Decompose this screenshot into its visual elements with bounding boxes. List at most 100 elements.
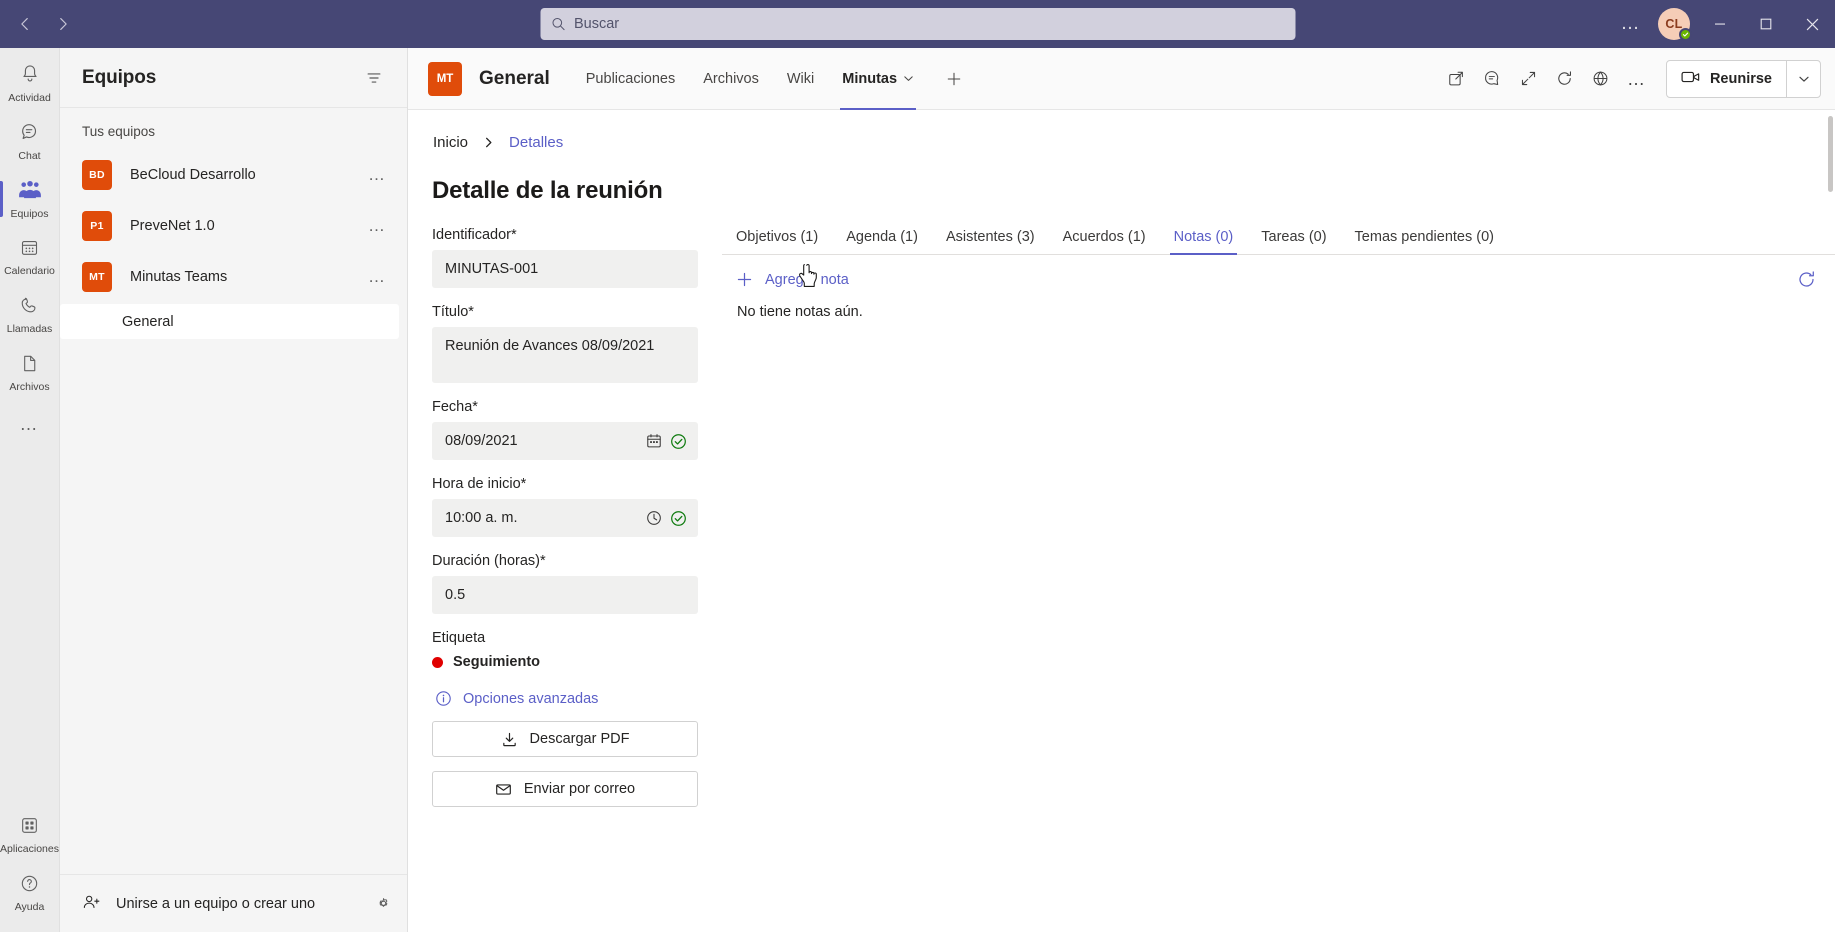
rail-more-button[interactable]: … bbox=[0, 402, 60, 446]
detail-tabs: Objetivos (1) Agenda (1) Asistentes (3) … bbox=[722, 227, 1835, 255]
bell-icon bbox=[19, 63, 41, 90]
tab-publicaciones[interactable]: Publicaciones bbox=[572, 48, 689, 110]
duracion-input[interactable]: 0.5 bbox=[432, 576, 698, 614]
mail-icon bbox=[495, 781, 512, 798]
team-name: PreveNet 1.0 bbox=[130, 217, 215, 234]
detail-tab-tareas[interactable]: Tareas (0) bbox=[1247, 227, 1340, 254]
field-label: Título* bbox=[432, 304, 474, 320]
rail-item-label: Ayuda bbox=[14, 901, 45, 913]
rail-item-label: Calendario bbox=[4, 265, 55, 277]
field-fecha: Fecha* 08/09/2021 bbox=[432, 399, 698, 460]
tab-minutas[interactable]: Minutas bbox=[828, 48, 928, 110]
content-scrollbar[interactable] bbox=[1827, 110, 1835, 932]
channel-header-actions: … Reunirse bbox=[1440, 59, 1821, 98]
rail-item-archivos[interactable]: Archivos bbox=[0, 344, 60, 402]
minutas-app-content: Inicio Detalles Detalle de la reunión Id… bbox=[408, 110, 1835, 932]
field-value: MINUTAS-001 bbox=[445, 261, 539, 277]
search-box[interactable] bbox=[540, 8, 1295, 40]
detail-page: Inicio Detalles Detalle de la reunión Id… bbox=[408, 110, 1835, 932]
field-label: Duración (horas)* bbox=[432, 553, 546, 569]
rail-item-calendario[interactable]: Calendario bbox=[0, 228, 60, 286]
team-name: Minutas Teams bbox=[130, 268, 228, 285]
expand-icon[interactable] bbox=[1512, 62, 1546, 96]
detail-tab-asistentes[interactable]: Asistentes (3) bbox=[932, 227, 1049, 254]
rail-item-label: Actividad bbox=[8, 91, 51, 104]
tab-archivos[interactable]: Archivos bbox=[689, 48, 773, 110]
search-input[interactable] bbox=[574, 16, 1285, 32]
clock-icon[interactable] bbox=[646, 510, 662, 526]
field-value: Reunión de Avances 08/09/2021 bbox=[445, 338, 655, 354]
rail-item-ayuda[interactable]: Ayuda bbox=[0, 864, 60, 922]
rail-item-aplicaciones[interactable]: Aplicaciones bbox=[0, 806, 60, 864]
globe-icon[interactable] bbox=[1584, 62, 1618, 96]
breadcrumb-item-detalles[interactable]: Detalles bbox=[509, 134, 563, 151]
close-button[interactable] bbox=[1789, 0, 1835, 48]
status-badge[interactable]: Seguimiento bbox=[432, 654, 698, 670]
refresh-icon[interactable] bbox=[1548, 62, 1582, 96]
detail-tab-acuerdos[interactable]: Acuerdos (1) bbox=[1049, 227, 1160, 254]
forward-button[interactable] bbox=[46, 8, 80, 40]
rail-item-label: Equipos bbox=[10, 207, 49, 220]
add-tab-button[interactable] bbox=[936, 61, 972, 97]
refresh-notes-icon[interactable] bbox=[1796, 269, 1821, 290]
field-identificador: Identificador* MINUTAS-001 bbox=[432, 227, 698, 288]
meet-dropdown-button[interactable] bbox=[1786, 60, 1820, 97]
chevron-down-icon[interactable] bbox=[903, 73, 914, 84]
rail-item-chat[interactable]: Chat bbox=[0, 112, 60, 170]
team-row[interactable]: BD BeCloud Desarrollo … bbox=[60, 149, 407, 200]
notes-empty-text: No tiene notas aún. bbox=[737, 304, 863, 320]
more-options-icon[interactable]: … bbox=[1620, 62, 1654, 96]
maximize-button[interactable] bbox=[1743, 0, 1789, 48]
notes-panel: Agregar nota No tiene notas aún. bbox=[722, 255, 1835, 320]
calendar-icon bbox=[19, 237, 40, 263]
settings-and-more-button[interactable]: … bbox=[1611, 4, 1651, 44]
main-panel: MT General Publicaciones Archivos Wiki M… bbox=[408, 48, 1835, 932]
detail-tab-temas-pendientes[interactable]: Temas pendientes (0) bbox=[1341, 227, 1508, 254]
join-or-create-team-button[interactable]: Unirse a un equipo o crear uno bbox=[82, 892, 315, 916]
apps-icon bbox=[19, 815, 40, 841]
etiqueta-label: Etiqueta bbox=[432, 630, 486, 646]
titulo-input[interactable]: Reunión de Avances 08/09/2021 bbox=[432, 327, 698, 383]
meet-button-group: Reunirse bbox=[1665, 59, 1821, 98]
open-in-new-window-icon[interactable] bbox=[1440, 62, 1474, 96]
meet-button[interactable]: Reunirse bbox=[1667, 61, 1786, 97]
scrollbar-thumb[interactable] bbox=[1828, 116, 1833, 192]
minimize-button[interactable] bbox=[1697, 0, 1743, 48]
gear-icon[interactable] bbox=[374, 894, 393, 913]
identificador-input[interactable]: MINUTAS-001 bbox=[432, 250, 698, 288]
rail-item-actividad[interactable]: Actividad bbox=[0, 54, 60, 112]
team-row[interactable]: P1 PreveNet 1.0 … bbox=[60, 200, 407, 251]
detail-tab-agenda[interactable]: Agenda (1) bbox=[832, 227, 932, 254]
tab-label: Minutas bbox=[842, 70, 898, 87]
rail-item-label: Aplicaciones bbox=[0, 843, 59, 855]
detail-tab-notas[interactable]: Notas (0) bbox=[1160, 227, 1248, 255]
channel-row-general[interactable]: General bbox=[60, 304, 399, 339]
calendar-picker-icon[interactable] bbox=[646, 433, 662, 449]
channel-header: MT General Publicaciones Archivos Wiki M… bbox=[408, 48, 1835, 110]
notes-toolbar: Agregar nota bbox=[736, 269, 1821, 290]
breadcrumb: Inicio Detalles bbox=[432, 134, 1835, 151]
field-label: Hora de inicio* bbox=[432, 476, 527, 492]
rail-item-llamadas[interactable]: Llamadas bbox=[0, 286, 60, 344]
rail-item-equipos[interactable]: Equipos bbox=[0, 170, 60, 228]
presence-available-icon bbox=[1679, 28, 1692, 41]
hora-inicio-input[interactable]: 10:00 a. m. bbox=[432, 499, 698, 537]
descargar-pdf-button[interactable]: Descargar PDF bbox=[432, 721, 698, 757]
team-row[interactable]: MT Minutas Teams … bbox=[60, 251, 407, 302]
agregar-nota-button[interactable]: Agregar nota bbox=[736, 271, 849, 288]
channel-team-avatar: MT bbox=[428, 61, 462, 96]
back-button[interactable] bbox=[8, 8, 42, 40]
detail-tab-objetivos[interactable]: Objetivos (1) bbox=[722, 227, 832, 254]
join-team-icon bbox=[82, 892, 102, 916]
tab-wiki[interactable]: Wiki bbox=[773, 48, 828, 110]
filter-icon[interactable] bbox=[359, 63, 389, 93]
help-icon bbox=[19, 873, 40, 899]
conversation-icon[interactable] bbox=[1476, 62, 1510, 96]
valid-check-icon bbox=[670, 433, 687, 450]
fecha-input[interactable]: 08/09/2021 bbox=[432, 422, 698, 460]
breadcrumb-item-inicio[interactable]: Inicio bbox=[433, 134, 468, 151]
channel-tabs: Publicaciones Archivos Wiki Minutas bbox=[572, 48, 972, 110]
opciones-avanzadas-link[interactable]: Opciones avanzadas bbox=[435, 690, 698, 707]
enviar-por-correo-button[interactable]: Enviar por correo bbox=[432, 771, 698, 807]
avatar[interactable]: CL bbox=[1651, 0, 1697, 48]
